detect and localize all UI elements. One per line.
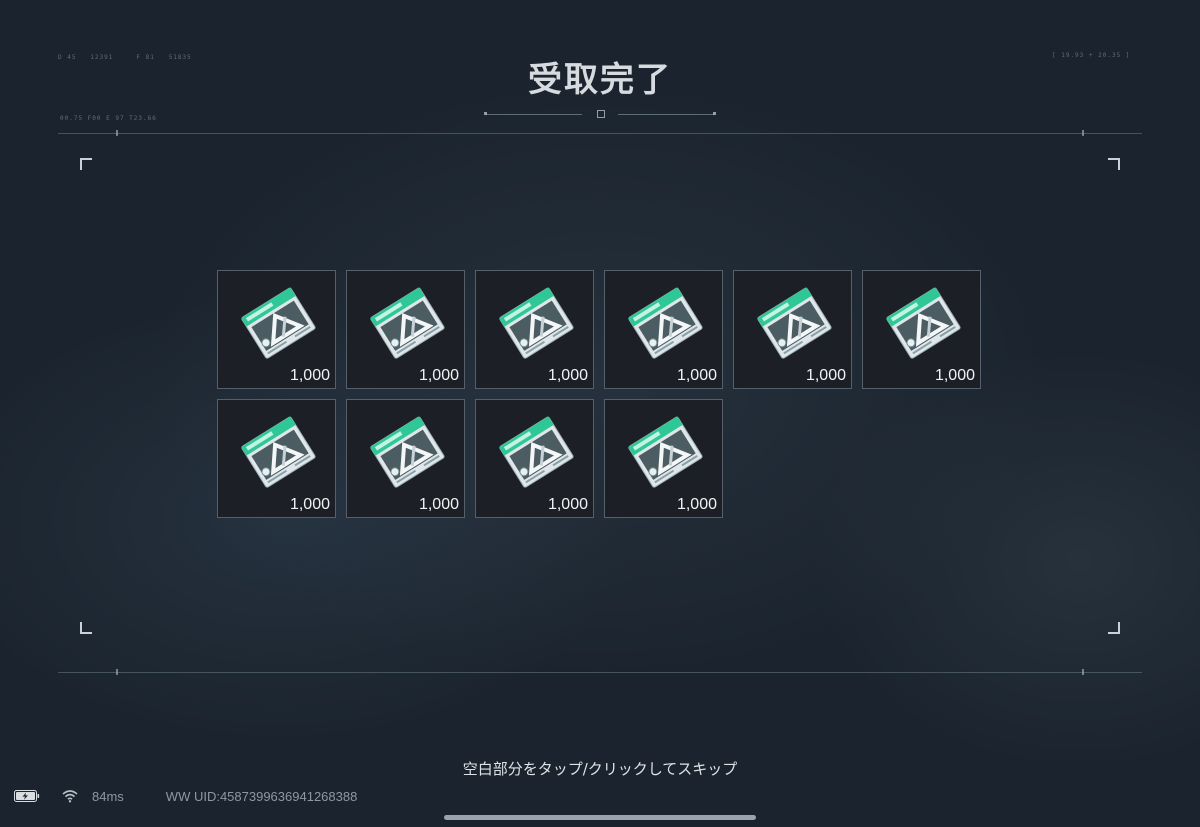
ping-value: 84ms <box>92 788 124 804</box>
item-quantity: 1,000 <box>676 496 717 513</box>
reward-item[interactable]: 1,000 <box>346 399 465 518</box>
wifi-icon <box>62 790 78 803</box>
item-quantity: 1,000 <box>289 367 330 384</box>
title-divider-dot <box>713 112 716 115</box>
home-indicator[interactable] <box>444 815 756 820</box>
title-divider <box>486 114 582 115</box>
item-quantity: 1,000 <box>418 367 459 384</box>
frame-line-bottom <box>58 672 1142 673</box>
reward-item[interactable]: 1,000 <box>604 399 723 518</box>
reward-item[interactable]: 1,000 <box>217 399 336 518</box>
ticket-card-icon <box>241 287 316 359</box>
reward-item[interactable]: 1,000 <box>475 270 594 389</box>
ticket-card-icon <box>499 416 574 488</box>
skip-hint: 空白部分をタップ/クリックしてスキップ <box>462 760 738 778</box>
ticket-card-icon <box>370 287 445 359</box>
ticket-card-icon <box>757 287 832 359</box>
page-title: 受取完了 <box>528 60 672 100</box>
ticket-card-icon <box>241 416 316 488</box>
item-quantity: 1,000 <box>676 367 717 384</box>
frame-corner <box>80 158 92 170</box>
frame-corner <box>80 622 92 634</box>
title-divider <box>618 114 714 115</box>
title-divider-dot <box>484 112 487 115</box>
item-quantity: 1,000 <box>289 496 330 513</box>
hud-readout-left: 00.75 F00 E 97 T23.66 <box>60 115 157 122</box>
status-bar: 84ms WW UID:4587399636941268388 <box>14 787 357 805</box>
reward-grid: 1,000 1,000 1,000 1,000 1,000 1,000 1,00… <box>217 270 981 518</box>
reward-item[interactable]: 1,000 <box>733 270 852 389</box>
frame-line-top <box>58 133 1142 134</box>
reward-item[interactable]: 1,000 <box>604 270 723 389</box>
frame-tick <box>116 130 118 136</box>
ticket-card-icon <box>628 416 703 488</box>
reward-item[interactable]: 1,000 <box>862 270 981 389</box>
ticket-card-icon <box>886 287 961 359</box>
uid-label: WW UID:4587399636941268388 <box>165 788 358 804</box>
reward-screen[interactable]: D 45 12391 F 81 51835 [ 19.93 + 20.35 ] … <box>0 0 1200 827</box>
reward-item[interactable]: 1,000 <box>217 270 336 389</box>
reward-item[interactable]: 1,000 <box>346 270 465 389</box>
item-quantity: 1,000 <box>547 367 588 384</box>
frame-corner <box>1108 622 1120 634</box>
item-quantity: 1,000 <box>805 367 846 384</box>
frame-corner <box>1108 158 1120 170</box>
reward-item[interactable]: 1,000 <box>475 399 594 518</box>
ticket-card-icon <box>628 287 703 359</box>
battery-charging-icon <box>14 790 40 802</box>
frame-tick <box>116 669 118 675</box>
item-quantity: 1,000 <box>934 367 975 384</box>
ticket-card-icon <box>370 416 445 488</box>
frame-tick <box>1082 130 1084 136</box>
item-quantity: 1,000 <box>418 496 459 513</box>
item-quantity: 1,000 <box>547 496 588 513</box>
ticket-card-icon <box>499 287 574 359</box>
frame-tick <box>1082 669 1084 675</box>
title-divider-marker <box>597 110 605 118</box>
